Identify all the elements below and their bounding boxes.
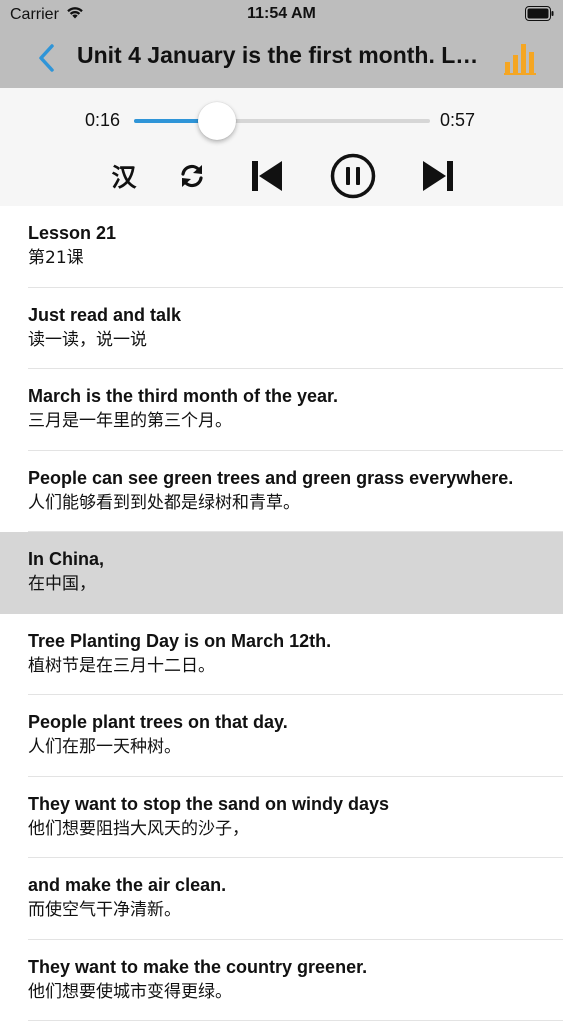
sentence-english: People can see green trees and green gra… (28, 467, 543, 490)
sentence-row[interactable]: Tree Planting Day is on March 12th.植树节是在… (0, 614, 563, 696)
sentence-english: In China, (28, 548, 543, 571)
repeat-icon (178, 162, 206, 190)
sentence-row[interactable]: Just read and talk读一读，说一说 (0, 288, 563, 370)
back-button[interactable] (34, 42, 62, 74)
nav-bar: Unit 4 January is the first month. Lesso… (0, 28, 563, 88)
slider-thumb[interactable] (198, 102, 236, 140)
next-track-icon (421, 159, 455, 193)
sentence-chinese: 植树节是在三月十二日。 (28, 653, 543, 679)
sentence-chinese: 他们想要阻挡大风天的沙子， (28, 816, 543, 842)
total-time: 0:57 (440, 110, 475, 131)
sentence-row[interactable]: Lesson 21第21课 (0, 206, 563, 288)
progress-slider[interactable] (134, 119, 430, 123)
sentence-chinese: 他们想要使城市变得更绿。 (28, 979, 543, 1005)
sentence-row[interactable]: March is the third month of the year.三月是… (0, 369, 563, 451)
sentence-row[interactable]: They want to make the country greener.他们… (0, 940, 563, 1021)
sentence-english: March is the third month of the year. (28, 385, 543, 408)
sentence-english: They want to stop the sand on windy days (28, 793, 543, 816)
sentence-english: Just read and talk (28, 304, 543, 327)
repeat-button[interactable] (176, 155, 208, 197)
battery-icon (525, 6, 555, 21)
previous-button[interactable] (249, 155, 285, 197)
sentence-row[interactable]: They want to stop the sand on windy days… (0, 777, 563, 859)
sentence-chinese: 在中国， (28, 571, 543, 597)
pause-icon (330, 153, 376, 199)
audio-player: 0:16 0:57 汉 (0, 88, 563, 206)
sentence-chinese: 而使空气干净清新。 (28, 897, 543, 923)
translate-toggle-button[interactable]: 汉 (106, 155, 142, 197)
sentence-english: Tree Planting Day is on March 12th. (28, 630, 543, 653)
sentence-chinese: 三月是一年里的第三个月。 (28, 408, 543, 434)
previous-track-icon (250, 159, 284, 193)
status-bar: Carrier 11:54 AM (0, 0, 563, 28)
sentence-english: Lesson 21 (28, 222, 543, 245)
sentence-chinese: 人们能够看到到处都是绿树和青草。 (28, 490, 543, 516)
page-title: Unit 4 January is the first month. Lesso… (77, 42, 487, 69)
sentence-chinese: 人们在那一天种树。 (28, 734, 543, 760)
status-time: 11:54 AM (0, 5, 563, 23)
bar-chart-icon (502, 40, 540, 76)
sentence-english: They want to make the country greener. (28, 956, 543, 979)
next-button[interactable] (420, 155, 456, 197)
sentence-english: and make the air clean. (28, 874, 543, 897)
sentence-chinese: 读一读，说一说 (28, 327, 543, 353)
current-time: 0:16 (85, 110, 120, 131)
sentence-row[interactable]: and make the air clean.而使空气干净清新。 (0, 858, 563, 940)
sentence-chinese: 第21课 (28, 245, 543, 271)
sentence-english: People plant trees on that day. (28, 711, 543, 734)
sentence-row[interactable]: People plant trees on that day.人们在那一天种树。 (0, 695, 563, 777)
pause-button[interactable] (330, 155, 376, 197)
chevron-left-icon (34, 42, 62, 74)
sentence-list: Lesson 21第21课Just read and talk读一读，说一说Ma… (0, 206, 563, 1021)
chart-button[interactable] (502, 40, 540, 76)
sentence-row[interactable]: People can see green trees and green gra… (0, 451, 563, 533)
sentence-row[interactable]: In China,在中国， (0, 532, 563, 614)
